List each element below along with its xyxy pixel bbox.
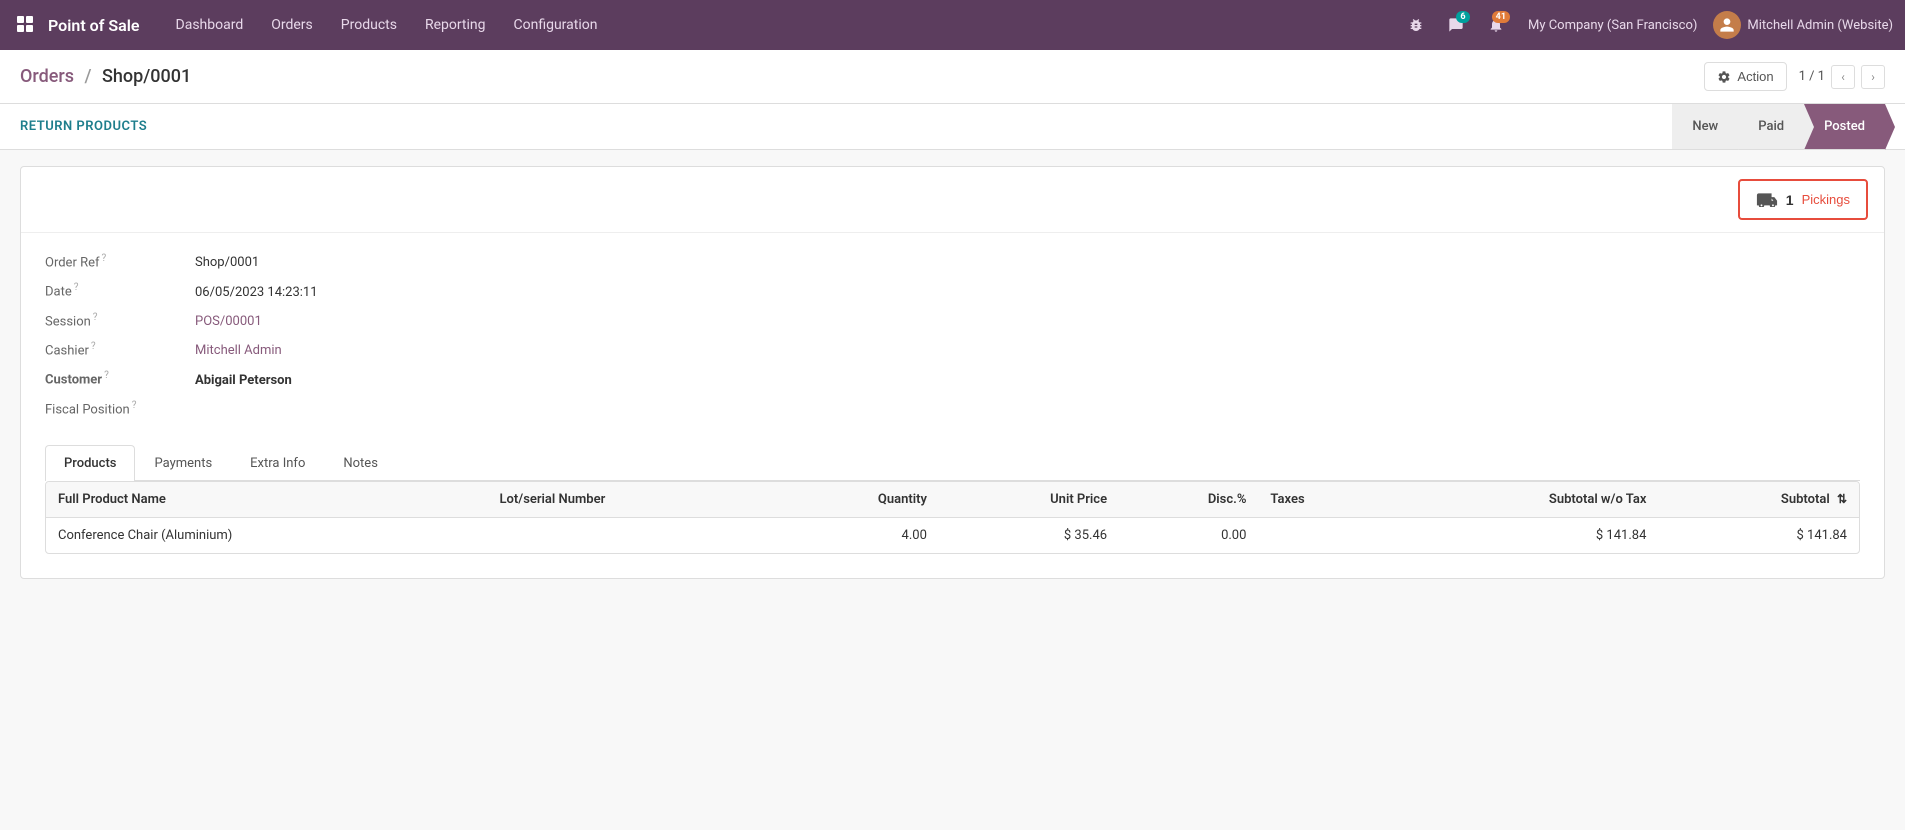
breadcrumb-actions: Action 1 / 1 ‹ ›	[1704, 62, 1885, 91]
main-content: 1 Pickings Order Ref? Shop/0001 Date? 06…	[0, 150, 1905, 595]
cell-subtotal-wo-tax: $ 141.84	[1388, 517, 1658, 553]
session-row: Session? POS/00001	[45, 312, 1860, 329]
col-subtotal-wo-tax: Subtotal w/o Tax	[1388, 482, 1658, 518]
customer-label: Customer?	[45, 370, 195, 387]
order-ref-value: Shop/0001	[195, 255, 259, 270]
nav-reporting[interactable]: Reporting	[413, 11, 498, 39]
date-value: 06/05/2023 14:23:11	[195, 285, 318, 300]
status-bar: RETURN PRODUCTS New Paid Posted	[0, 104, 1905, 150]
nav-configuration[interactable]: Configuration	[502, 11, 610, 39]
breadcrumb: Orders / Shop/0001	[20, 66, 191, 87]
user-info[interactable]: Mitchell Admin (Website)	[1713, 11, 1893, 39]
chat-icon[interactable]: 6	[1440, 9, 1472, 41]
order-card: 1 Pickings Order Ref? Shop/0001 Date? 06…	[20, 166, 1885, 579]
pickings-label: Pickings	[1802, 192, 1850, 207]
chat-badge: 6	[1456, 11, 1470, 23]
col-subtotal: Subtotal ⇅	[1658, 482, 1859, 518]
pickings-count: 1	[1786, 192, 1794, 208]
pager-prev[interactable]: ‹	[1831, 65, 1855, 89]
order-ref-row: Order Ref? Shop/0001	[45, 253, 1860, 270]
nav-products[interactable]: Products	[329, 11, 409, 39]
cell-lot-serial	[488, 517, 777, 553]
cell-quantity: 4.00	[776, 517, 939, 553]
cashier-value: Mitchell Admin	[195, 343, 282, 358]
col-lot-serial: Lot/serial Number	[488, 482, 777, 518]
col-quantity: Quantity	[776, 482, 939, 518]
cell-product-name: Conference Chair (Aluminium)	[46, 517, 488, 553]
return-products-button[interactable]: RETURN PRODUCTS	[20, 119, 147, 134]
top-nav: Point of Sale Dashboard Orders Products …	[0, 0, 1905, 50]
date-row: Date? 06/05/2023 14:23:11	[45, 282, 1860, 299]
session-label: Session?	[45, 312, 195, 329]
customer-value: Abigail Peterson	[195, 373, 292, 388]
tab-products[interactable]: Products	[45, 445, 135, 481]
fiscal-pos-label: Fiscal Position?	[45, 400, 195, 417]
status-new: New	[1672, 104, 1738, 149]
col-disc: Disc.%	[1119, 482, 1258, 518]
customer-row: Customer? Abigail Peterson	[45, 370, 1860, 387]
cell-taxes	[1258, 517, 1388, 553]
pager: 1 / 1 ‹ ›	[1799, 65, 1885, 89]
activity-badge: 41	[1492, 11, 1510, 23]
nav-icons: 6 41 My Company (San Francisco) Mitchell…	[1400, 9, 1893, 41]
action-label: Action	[1737, 69, 1773, 84]
nav-orders[interactable]: Orders	[259, 11, 325, 39]
app-grid-icon[interactable]	[12, 11, 40, 39]
user-name: Mitchell Admin (Website)	[1747, 18, 1893, 33]
table-header-row: Full Product Name Lot/serial Number Quan…	[46, 482, 1859, 518]
status-steps: New Paid Posted	[1672, 104, 1885, 149]
cell-subtotal: $ 141.84	[1658, 517, 1859, 553]
col-product-name: Full Product Name	[46, 482, 488, 518]
action-button[interactable]: Action	[1704, 62, 1786, 91]
breadcrumb-bar: Orders / Shop/0001 Action 1 / 1 ‹ ›	[0, 50, 1905, 104]
table-row: Conference Chair (Aluminium) 4.00 $ 35.4…	[46, 517, 1859, 553]
tab-payments[interactable]: Payments	[135, 445, 231, 481]
col-taxes: Taxes	[1258, 482, 1388, 518]
session-value: POS/00001	[195, 314, 262, 329]
activity-icon[interactable]: 41	[1480, 9, 1512, 41]
nav-dashboard[interactable]: Dashboard	[164, 11, 256, 39]
breadcrumb-current: Shop/0001	[102, 66, 191, 87]
tab-extra-info[interactable]: Extra Info	[231, 445, 324, 481]
pager-next[interactable]: ›	[1861, 65, 1885, 89]
order-ref-label: Order Ref?	[45, 253, 195, 270]
products-table-container: Full Product Name Lot/serial Number Quan…	[45, 481, 1860, 554]
avatar	[1713, 11, 1741, 39]
fiscal-pos-row: Fiscal Position?	[45, 400, 1860, 417]
date-label: Date?	[45, 282, 195, 299]
app-title: Point of Sale	[48, 16, 140, 35]
form-section: Order Ref? Shop/0001 Date? 06/05/2023 14…	[21, 233, 1884, 445]
bug-icon[interactable]	[1400, 9, 1432, 41]
tab-notes[interactable]: Notes	[324, 445, 397, 481]
cell-unit-price: $ 35.46	[939, 517, 1119, 553]
truck-icon	[1756, 189, 1778, 210]
status-posted: Posted	[1804, 104, 1885, 149]
pager-text: 1 / 1	[1799, 69, 1825, 84]
pickings-button[interactable]: 1 Pickings	[1738, 179, 1868, 220]
breadcrumb-separator: /	[85, 66, 92, 87]
company-info: My Company (San Francisco)	[1528, 18, 1697, 33]
pickings-bar: 1 Pickings	[21, 167, 1884, 233]
breadcrumb-parent[interactable]: Orders	[20, 66, 74, 87]
tabs: Products Payments Extra Info Notes	[45, 445, 1860, 481]
products-table: Full Product Name Lot/serial Number Quan…	[46, 482, 1859, 553]
cashier-row: Cashier? Mitchell Admin	[45, 341, 1860, 358]
cell-disc: 0.00	[1119, 517, 1258, 553]
col-unit-price: Unit Price	[939, 482, 1119, 518]
cashier-label: Cashier?	[45, 341, 195, 358]
